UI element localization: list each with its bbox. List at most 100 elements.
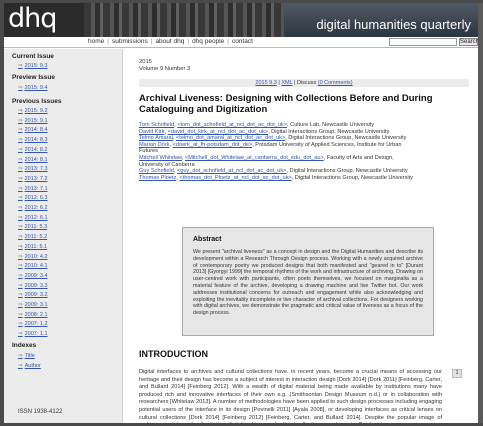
author-row: Tom Schofield, <tom_dot_schofield_at_ncl… — [139, 122, 375, 128]
author-affiliation: , Digital Interactions Group, Newcastle … — [268, 128, 390, 135]
comments-link[interactable]: (0 Comments) — [318, 80, 353, 86]
previous-issue-link[interactable]: ⇒ 2012: 6.3 — [18, 195, 48, 201]
previous-issue-link[interactable]: ⇒ 2013: 7.2 — [18, 176, 48, 182]
previous-issue-link[interactable]: ⇒ 2010: 4.2 — [18, 254, 48, 260]
previous-issue-link[interactable]: ⇒ 2009: 3.3 — [18, 283, 48, 289]
author-row: Thomas Ploetz, <thomas_dot_Ploetz_at_ncl… — [139, 174, 413, 181]
author-email[interactable]: <doerk_at_fh-potsdam_dot_de> — [173, 142, 253, 148]
paragraph-number[interactable]: 1 — [452, 369, 462, 378]
nav-link-dhq-people[interactable]: dhq people — [192, 38, 224, 45]
author-name[interactable]: Telmo Amaral — [139, 135, 173, 141]
author-email[interactable]: <thomas_dot_Ploetz_at_ncl_dot_ac_dot_uk> — [179, 175, 291, 181]
preview-issue-link[interactable]: ⇒ 2015: 9.4 — [18, 85, 48, 91]
intro-paragraph: Digital interfaces to archives and cultu… — [139, 369, 442, 423]
site-banner: dhq digital humanities quarterly — [4, 3, 479, 37]
index-link-author[interactable]: ⇒ Author — [18, 363, 41, 369]
previous-issue-link[interactable]: ⇒ 2009: 3.4 — [18, 273, 48, 279]
previous-issue-link[interactable]: ⇒ 2009: 3.2 — [18, 292, 48, 298]
author-affiliation: , Digital Interactions Group, Newcastle … — [286, 168, 408, 175]
previous-issue-link[interactable]: ⇒ 2011: 5.2 — [18, 234, 47, 240]
author-affiliation: , Digital Interactions Group, Newcastle … — [291, 174, 413, 181]
preview-issue-heading: Preview Issue — [12, 74, 55, 81]
search-input[interactable] — [389, 38, 457, 46]
issue-link[interactable]: 2015 9.3 — [255, 80, 276, 86]
previous-issue-link[interactable]: ⇒ 2007: 1.2 — [18, 321, 48, 327]
nav-link-submissions[interactable]: submissions — [112, 38, 148, 45]
previous-issue-link[interactable]: ⇒ 2008: 2.1 — [18, 312, 48, 318]
xml-link[interactable]: XML — [281, 80, 292, 86]
author-name[interactable]: Tom Schofield — [139, 122, 174, 128]
previous-issue-link[interactable]: ⇒ 2015: 9.1 — [18, 118, 48, 124]
author-email[interactable]: <telmo_dot_amaral_at_ncl_dot_ac_dot_uk> — [176, 135, 285, 141]
author-name[interactable]: Mitchell Whitelaw — [139, 155, 182, 161]
nav-link-about-dhq[interactable]: about dhq — [155, 38, 184, 45]
article-title: Archival Liveness: Designing with Collec… — [139, 93, 433, 115]
nav-links: home | submissions | about dhq | dhq people | co… — [88, 38, 253, 45]
author-list: Tom Schofield, <tom_dot_schofield_at_ncl… — [139, 122, 469, 181]
author-email[interactable]: <david_dot_kirk_at_ncl_dot_ac_dot_uk> — [168, 129, 268, 135]
previous-issue-link[interactable]: ⇒ 2014: 8.2 — [18, 147, 48, 153]
previous-issue-link[interactable]: ⇒ 2011: 5.3 — [18, 224, 47, 230]
abstract-text: We present "archival liveness" as a conc… — [193, 249, 423, 317]
author-affiliation: , Culture Lab, Newcastle University — [287, 122, 375, 128]
search-button[interactable]: Search — [459, 38, 479, 46]
previous-issue-link[interactable]: ⇒ 2010: 4.1 — [18, 263, 48, 269]
author-row: Futures — [139, 148, 469, 155]
site-logo[interactable]: dhq — [8, 4, 57, 34]
author-affiliation: University of Canberra — [139, 161, 195, 168]
article-main: 2015 Volume 9 Number 3 2015 9.3 | XML | … — [132, 49, 477, 423]
previous-issue-link[interactable]: ⇒ 2012: 6.1 — [18, 215, 48, 221]
author-name[interactable]: Marian Dörk — [139, 142, 169, 148]
sidebar: Current Issue ⇒ 2015: 9.3 Preview Issue ⇒… — [4, 49, 123, 423]
author-email[interactable]: <tom_dot_schofield_at_ncl_dot_ac_dot_uk> — [177, 122, 287, 128]
author-row: Mitchell Whitelaw, <Mitchell_dot_Whitela… — [139, 154, 394, 161]
previous-issue-link[interactable]: ⇒ 2012: 6.2 — [18, 205, 48, 211]
previous-issue-link[interactable]: ⇒ 2011: 5.1 — [18, 244, 47, 250]
previous-issue-link[interactable]: ⇒ 2015: 9.2 — [18, 108, 48, 114]
nav-separator: | — [107, 38, 109, 45]
author-email[interactable]: <guy_dot_schofield_at_ncl_dot_ac_dot_uk> — [177, 168, 286, 174]
intro-heading: INTRODUCTION — [139, 349, 208, 359]
discuss-label: Discuss — [296, 80, 317, 86]
author-row: Marian Dörk, <doerk_at_fh-potsdam_dot_de… — [139, 141, 402, 148]
author-row: University of Canberra — [139, 162, 469, 169]
author-row: Telmo Amaral, <telmo_dot_amaral_at_ncl_d… — [139, 135, 407, 142]
previous-issue-link[interactable]: ⇒ 2007: 1.1 — [18, 331, 48, 337]
issn: ISSN 1938-4122 — [18, 409, 63, 415]
author-affiliation: , Digital Interactions Group, Newcastle … — [285, 135, 407, 142]
previous-issue-link[interactable]: ⇒ 2013: 7.1 — [18, 186, 48, 192]
nav-link-home[interactable]: home — [88, 38, 104, 45]
previous-issues-heading: Previous Issues — [12, 98, 62, 105]
previous-issue-link[interactable]: ⇒ 2014: 8.1 — [18, 157, 48, 163]
previous-issue-link[interactable]: ⇒ 2009: 3.1 — [18, 302, 48, 308]
author-name[interactable]: Guy Schofield — [139, 168, 174, 174]
indexes-heading: Indexes — [12, 341, 37, 349]
previous-issue-link[interactable]: ⇒ 2013: 7.3 — [18, 166, 48, 172]
nav-link-contact[interactable]: contact — [232, 38, 253, 45]
window-scrollbar[interactable] — [478, 3, 483, 423]
article-toolbar: 2015 9.3 | XML | Discuss (0 Comments) — [139, 79, 469, 87]
previous-issue-link[interactable]: ⇒ 2014: 8.4 — [18, 127, 48, 133]
nav-separator: | — [227, 38, 229, 45]
page-frame: dhq digital humanities quarterly home | su… — [4, 3, 479, 423]
top-nav: home | submissions | about dhq | dhq people | co… — [4, 37, 479, 48]
author-affiliation: , Faculty of Arts and Design, — [323, 154, 394, 161]
author-name[interactable]: David Kirk — [139, 129, 165, 135]
volume-info: 2015 Volume 9 Number 3 — [139, 59, 190, 72]
article-volume: Volume 9 Number 3 — [139, 65, 191, 72]
previous-issue-link[interactable]: ⇒ 2014: 8.3 — [18, 137, 48, 143]
author-affiliation: Futures — [139, 148, 158, 155]
current-issue-heading: Current Issue — [12, 53, 54, 60]
author-row: David Kirk, <david_dot_kirk_at_ncl_dot_a… — [139, 128, 390, 135]
index-link-title[interactable]: ⇒ Title — [18, 353, 35, 359]
nav-separator: | — [187, 38, 190, 45]
nav-separator: | — [150, 38, 153, 45]
current-issue-link[interactable]: ⇒ 2015: 9.3 — [18, 63, 48, 69]
author-row: Guy Schofield, <guy_dot_schofield_at_ncl… — [139, 168, 408, 175]
banner-image — [84, 3, 284, 37]
abstract-heading: Abstract — [193, 236, 222, 243]
site-title: digital humanities quarterly — [316, 17, 471, 32]
author-email[interactable]: <Mitchell_dot_Whitelaw_at_canberra_dot_e… — [185, 155, 324, 161]
abstract-box: Abstract We present "archival liveness" … — [182, 227, 434, 336]
author-name[interactable]: Thomas Ploetz — [139, 175, 176, 181]
